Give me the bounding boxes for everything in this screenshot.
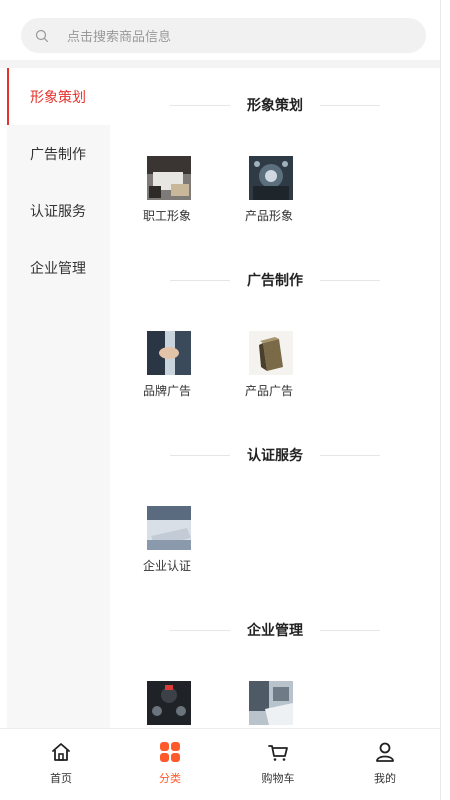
divider-line <box>170 454 230 456</box>
product-label: 产品广告 <box>245 384 294 398</box>
business-tech-photo <box>249 156 293 200</box>
home-icon <box>52 743 70 761</box>
divider-line <box>320 629 380 631</box>
tab-label: 我的 <box>374 772 396 785</box>
section-title: 认证服务 <box>170 445 380 465</box>
divider-line <box>320 454 380 456</box>
search-input[interactable]: 点击搜索商品信息 <box>21 18 426 53</box>
product-box-photo <box>249 331 293 375</box>
tab-label: 购物车 <box>261 772 295 785</box>
tab-label: 分类 <box>159 772 181 785</box>
office-workspace-photo <box>147 156 191 200</box>
sidebar-item-certification[interactable]: 认证服务 <box>7 182 110 239</box>
product-item-product-ad[interactable]: 产品广告 <box>245 331 325 399</box>
divider-line <box>170 629 230 631</box>
tab-mine[interactable]: 我的 <box>330 729 440 800</box>
search-placeholder: 点击搜索商品信息 <box>67 30 172 45</box>
divider-line <box>320 104 380 106</box>
header-divider <box>0 60 440 68</box>
product-item-staff-image[interactable]: 职工形象 <box>143 156 223 224</box>
sidebar-item-label: 认证服务 <box>30 203 86 220</box>
category-grid-icon <box>160 742 180 762</box>
bottom-tab-bar: 首页 分类 购物车 我的 <box>0 728 440 800</box>
product-item-product-image[interactable]: 产品形象 <box>245 156 325 224</box>
category-content: 形象策划 职工形象 产品形象 广告制作 品牌广告 产品广告 认证服务 企业认证 … <box>110 68 440 728</box>
product-item-management-1[interactable] <box>143 681 223 728</box>
search-header: 点击搜索商品信息 <box>0 0 440 60</box>
product-label: 企业认证 <box>143 559 192 573</box>
section-title: 形象策划 <box>170 95 380 115</box>
tab-cart[interactable]: 购物车 <box>223 729 333 800</box>
cart-icon <box>268 745 288 761</box>
divider-line <box>170 279 230 281</box>
laptop-typing-photo <box>147 506 191 550</box>
section-title: 企业管理 <box>170 620 380 640</box>
product-label: 品牌广告 <box>143 384 192 398</box>
sidebar-item-label: 企业管理 <box>30 260 86 277</box>
section-title-text: 形象策划 <box>247 98 303 114</box>
section-title: 广告制作 <box>170 270 380 290</box>
user-icon <box>376 742 394 762</box>
tab-label: 首页 <box>50 772 72 785</box>
sidebar-item-ad-production[interactable]: 广告制作 <box>7 125 110 182</box>
scrollbar-track <box>440 0 450 800</box>
tab-home[interactable]: 首页 <box>6 729 116 800</box>
management-diagram-photo <box>147 681 191 725</box>
product-item-enterprise-cert[interactable]: 企业认证 <box>143 506 223 574</box>
handshake-photo <box>147 331 191 375</box>
product-label: 产品形象 <box>245 209 294 223</box>
sidebar-item-label: 形象策划 <box>30 89 86 106</box>
product-item-brand-ad[interactable]: 品牌广告 <box>143 331 223 399</box>
category-sidebar: 形象策划 广告制作 认证服务 企业管理 <box>7 68 110 728</box>
product-item-management-2[interactable] <box>245 681 325 728</box>
divider-line <box>320 279 380 281</box>
section-title-text: 认证服务 <box>247 448 303 464</box>
section-title-text: 广告制作 <box>247 273 303 289</box>
product-label: 职工形象 <box>143 209 192 223</box>
sidebar-item-management[interactable]: 企业管理 <box>7 239 110 296</box>
sidebar-item-image-planning[interactable]: 形象策划 <box>7 68 110 125</box>
category-page: 点击搜索商品信息 形象策划 广告制作 认证服务 企业管理 形象策划 职工形象 产… <box>0 0 440 800</box>
tab-category[interactable]: 分类 <box>115 729 225 800</box>
section-title-text: 企业管理 <box>247 623 303 639</box>
search-icon <box>35 29 49 42</box>
sidebar-item-label: 广告制作 <box>30 146 86 163</box>
meeting-documents-photo <box>249 681 293 725</box>
divider-line <box>170 104 230 106</box>
